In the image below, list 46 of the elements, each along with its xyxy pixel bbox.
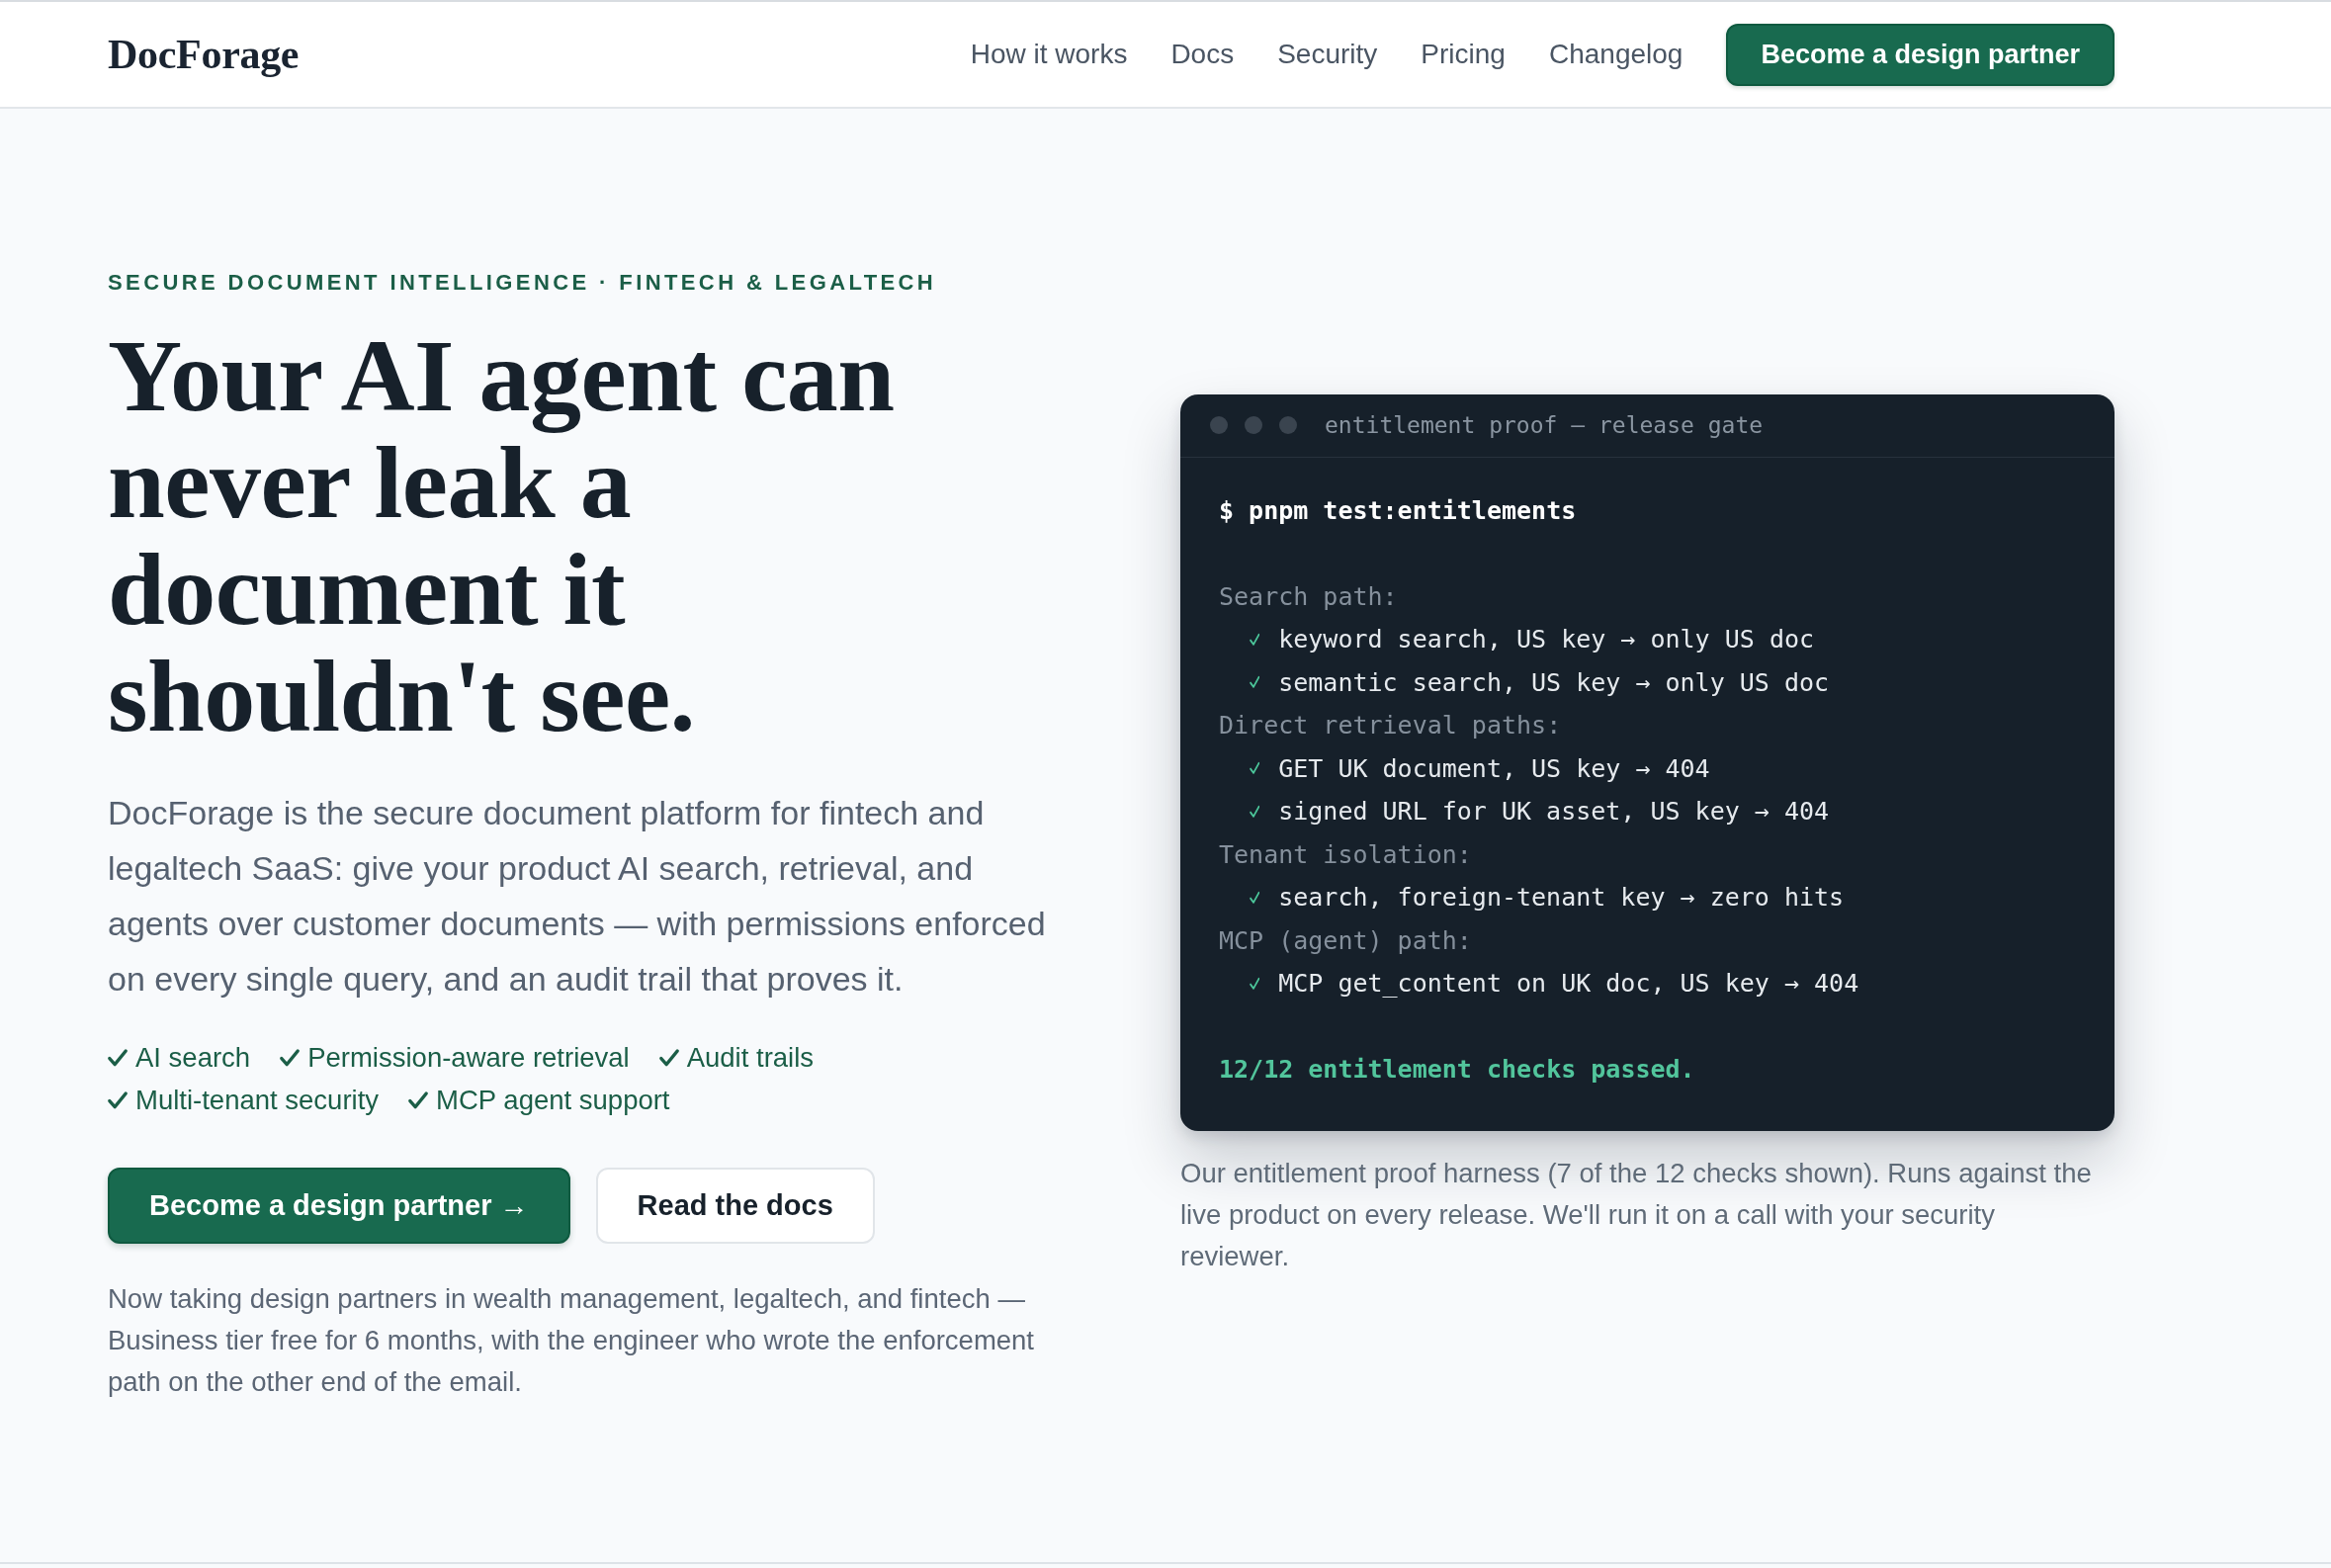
become-partner-button[interactable]: Become a design partner → <box>108 1168 570 1244</box>
read-docs-button[interactable]: Read the docs <box>595 1168 875 1244</box>
check-icon <box>658 1049 679 1067</box>
terminal-section-label: Tenant isolation: <box>1219 838 1472 871</box>
nav-link[interactable]: Security <box>1277 39 1378 70</box>
terminal-check-text: signed URL for UK asset, US key → 404 <box>1278 796 1830 828</box>
check-icon <box>1249 632 1260 647</box>
check-icon <box>408 1091 429 1109</box>
eyebrow-text: SECURE DOCUMENT INTELLIGENCE · FINTECH & LEGALTECH <box>108 269 938 297</box>
logo-wordmark[interactable]: DocForage <box>108 31 300 78</box>
terminal-summary: 12/12 entitlement checks passed. <box>1219 1055 1695 1084</box>
check-icon <box>1249 890 1260 905</box>
nav-link[interactable]: Pricing <box>1421 39 1506 70</box>
check-icon <box>1249 761 1260 776</box>
feature-label: MCP agent support <box>436 1084 670 1117</box>
feature-label: Multi-tenant security <box>135 1084 380 1117</box>
check-icon <box>108 1091 128 1109</box>
check-icon <box>1249 675 1260 690</box>
window-dot-icon <box>1210 416 1228 434</box>
check-icon <box>1249 976 1260 991</box>
feature-label: Permission-aware retrieval <box>307 1041 630 1075</box>
partner-note: Now taking design partners in wealth management, legaltech, and fintech — Business tier free for 6 months, with the engineer who wrote the enforcement path on the other end of the email. <box>108 1282 1035 1399</box>
terminal-check-text: keyword search, US key → only US doc <box>1278 624 1815 655</box>
nav-link[interactable]: Changelog <box>1548 39 1684 70</box>
terminal-command: $ pnpm test:entitlements <box>1219 495 1577 525</box>
terminal-check-text: search, foreign-tenant key → zero hits <box>1278 882 1845 914</box>
terminal-section-label: MCP (agent) path: <box>1219 924 1472 957</box>
terminal-check-text: semantic search, US key → only US doc <box>1278 666 1830 699</box>
window-dot-icon <box>1279 416 1297 434</box>
terminal-caption: Our entitlement proof harness (7 of the 12 checks shown). Runs against the live product on every release. We'll run it on a call with your security reviewer. <box>1180 1156 2093 1273</box>
feature-label: Audit trails <box>686 1041 815 1075</box>
hero-heading: Your AI agent can never leak a document it shouldn't see. <box>108 322 896 749</box>
hero-description: DocForage is the secure document platform for fintech and legaltech SaaS: give your product AI search, retrieval, and agents over customer documents — with permissions enforced on every single query, and an audit trail that proves it. <box>108 793 1047 1000</box>
feature-label: AI search <box>135 1041 251 1075</box>
header-cta-button[interactable]: Become a design partner <box>1726 23 2115 86</box>
window-dot-icon <box>1245 416 1262 434</box>
terminal-section-label: Direct retrieval paths: <box>1219 710 1562 741</box>
nav-link[interactable]: Docs <box>1170 39 1235 70</box>
terminal-section-label: Search path: <box>1219 580 1398 613</box>
terminal-title: entitlement proof — release gate <box>1325 412 1764 438</box>
nav-link[interactable]: How it works <box>970 39 1128 70</box>
check-icon <box>108 1049 128 1067</box>
check-icon <box>280 1049 301 1067</box>
check-icon <box>1249 804 1260 819</box>
terminal-check-text: GET UK document, US key → 404 <box>1278 752 1710 785</box>
terminal-check-text: MCP get_content on UK doc, US key → 404 <box>1278 968 1859 1000</box>
